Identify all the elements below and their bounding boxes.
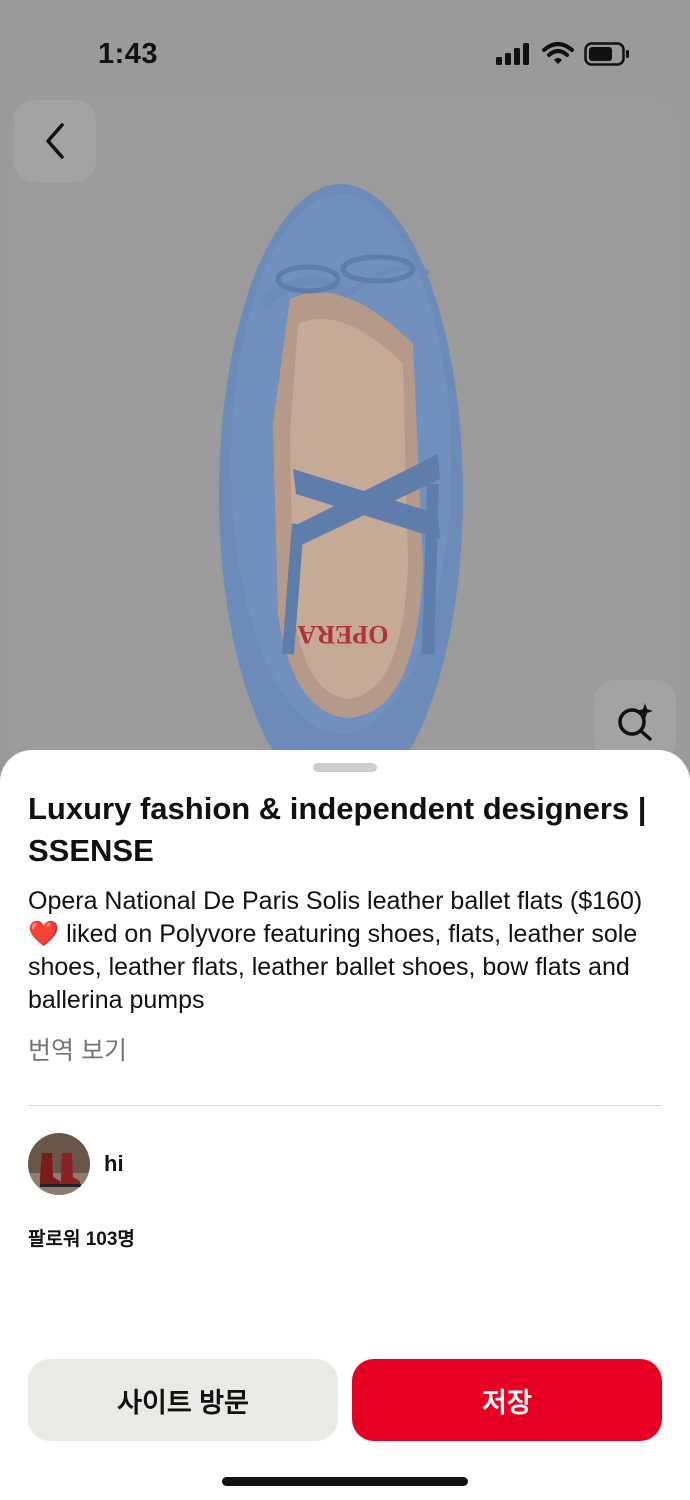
pin-image[interactable]: OPERA	[8, 94, 682, 814]
back-button[interactable]	[14, 100, 96, 182]
pin-description: Opera National De Paris Solis leather ba…	[28, 887, 643, 1014]
status-bar: 1:43	[0, 0, 690, 96]
wifi-icon	[542, 42, 574, 64]
pin-details-sheet: Luxury fashion & independent designers |…	[0, 750, 690, 1500]
back-chevron-icon	[46, 123, 64, 159]
sheet-grabber[interactable]	[313, 763, 377, 772]
insole-brand-text: OPERA	[297, 620, 388, 649]
battery-icon	[584, 42, 629, 66]
ballet-flat-image: OPERA	[219, 184, 463, 804]
pin-title: Luxury fashion & independent designers |…	[28, 791, 647, 868]
translate-link[interactable]: 번역 보기	[28, 1031, 127, 1067]
home-indicator	[222, 1477, 468, 1486]
avatar-image	[28, 1133, 90, 1195]
visit-site-button[interactable]: 사이트 방문	[28, 1359, 338, 1441]
status-icons	[496, 42, 630, 66]
signal-icon	[496, 43, 529, 65]
divider	[28, 1105, 662, 1106]
visual-search-icon	[618, 703, 653, 741]
pin-detail-screen: 1:43 OPERA Luxury fashion & independent …	[0, 0, 690, 1500]
follower-count: 팔로워 103명	[28, 1229, 135, 1250]
save-button[interactable]: 저장	[352, 1359, 662, 1441]
creator-name[interactable]: hi	[104, 1151, 124, 1177]
status-time: 1:43	[98, 38, 159, 70]
creator-avatar[interactable]	[28, 1133, 90, 1195]
